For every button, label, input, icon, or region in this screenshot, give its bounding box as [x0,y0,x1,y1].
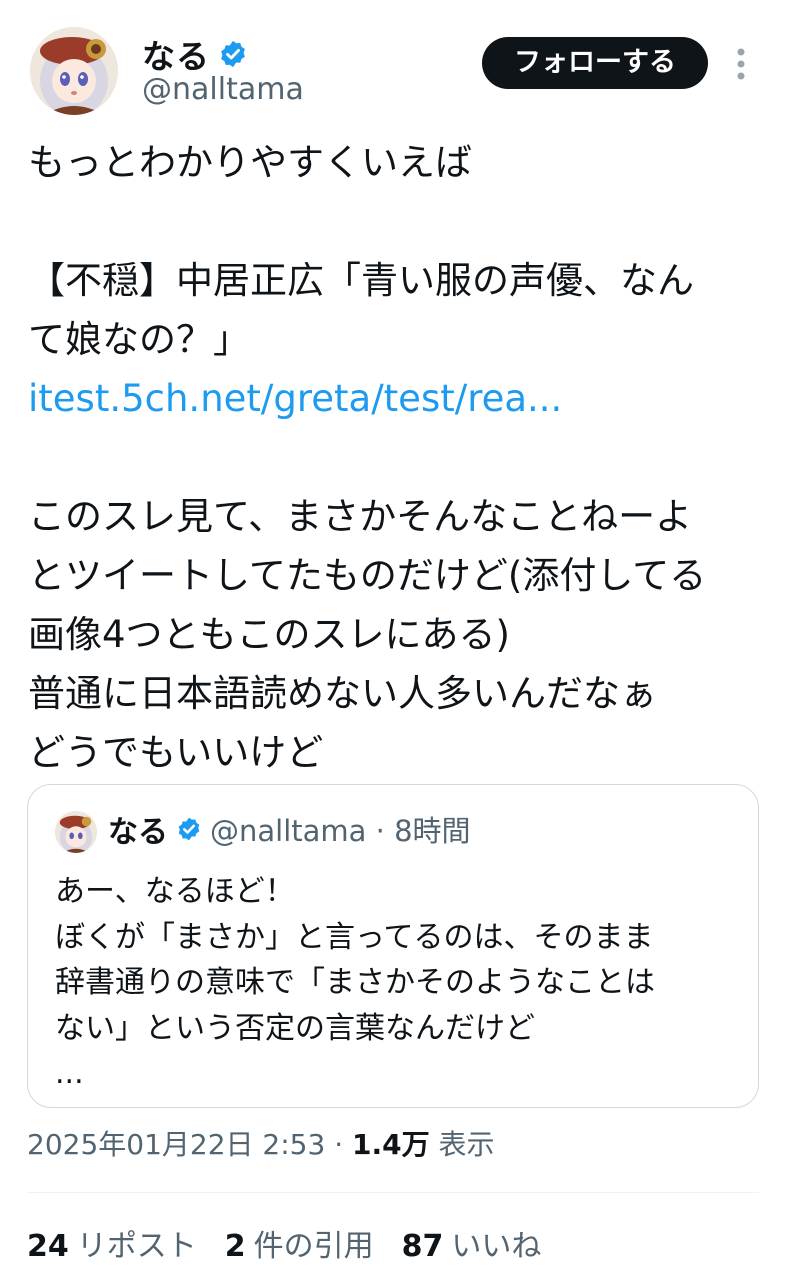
quoted-author-row: なる @nalltama · 8時間 [108,807,471,851]
tweet-link[interactable]: itest.5ch.net/greta/test/rea... [28,369,768,428]
author-handle[interactable]: @nalltama [142,72,304,107]
reposts-count: 24 [27,1229,69,1264]
verified-badge-icon [221,40,245,68]
tweet-text: もっとわかりやすくいえば 【不穏】中居正広「青い服の声優、なん て娘なの？」 i… [28,133,768,782]
views-count: 1.4万 [352,1128,430,1161]
author-avatar[interactable] [30,27,118,115]
quoted-line: 辞書通りの意味で「まさかそのようなことは [55,965,655,1000]
quotes-stat[interactable]: 2 件の引用 [225,1221,374,1265]
tweet-line: どうでもいいけど [28,731,324,774]
author-name-row: なる [142,30,248,78]
quoted-line: ぼくが「まさか」と言ってるのは、そのまま [55,919,654,955]
quotes-count: 2 [224,1229,246,1264]
more-options-icon[interactable] [727,44,755,84]
reposts-label: リポスト [76,1229,197,1264]
quoted-ellipsis: ... [55,1056,84,1091]
tweet-timestamp[interactable]: 2025年01月22日 2:53 · [27,1128,352,1161]
engagement-stats: 24 リポスト 2 件の引用 87 いいね [27,1221,569,1265]
likes-stat[interactable]: 87 いいね [402,1221,542,1265]
reposts-stat[interactable]: 24 リポスト [27,1221,197,1265]
tweet-header: なる @nalltama フォローする [0,0,785,130]
verified-badge-icon [178,817,200,841]
quoted-author-name: なる [108,815,168,850]
tweet-line: このスレ見て、まさかそんなことねーよ [28,495,693,538]
follow-button[interactable]: フォローする [482,37,708,89]
tweet-line: 普通に日本語読めない人多いんだなぁ [28,672,657,715]
tweet-detail: なる @nalltama フォローする もっとわかりやすくいえば 【不穏】中居正… [0,0,785,1280]
tweet-line: もっとわかりやすくいえば [28,141,472,184]
quoted-tweet-card[interactable]: なる @nalltama · 8時間 あー、なるほど！ ぼくが「まさか」と言って… [27,784,759,1108]
quoted-author-handle-time: @nalltama · 8時間 [210,814,471,848]
quoted-line: あー、なるほど！ [55,874,295,909]
divider [27,1192,759,1193]
quotes-label: 件の引用 [253,1229,374,1264]
tweet-line: て娘なの？」 [28,318,250,361]
likes-count: 87 [401,1229,444,1264]
quoted-author-avatar [55,811,97,853]
views-label: 表示 [429,1128,495,1161]
author-display-name[interactable]: なる [142,30,210,78]
quoted-tweet-text: あー、なるほど！ ぼくが「まさか」と言ってるのは、そのまま 辞書通りの意味で「ま… [55,869,745,1097]
tweet-line: とツイートしてたものだけど(添付してる [28,554,707,597]
tweet-line: 【不穏】中居正広「青い服の声優、なん [28,259,694,302]
tweet-meta: 2025年01月22日 2:53 · 1.4万 表示 [27,1123,495,1163]
tweet-line: 画像4つともこのスレにある) [28,613,510,656]
quoted-line: ない」という否定の言葉なんだけど [55,1010,535,1046]
likes-label: いいね [451,1229,542,1264]
